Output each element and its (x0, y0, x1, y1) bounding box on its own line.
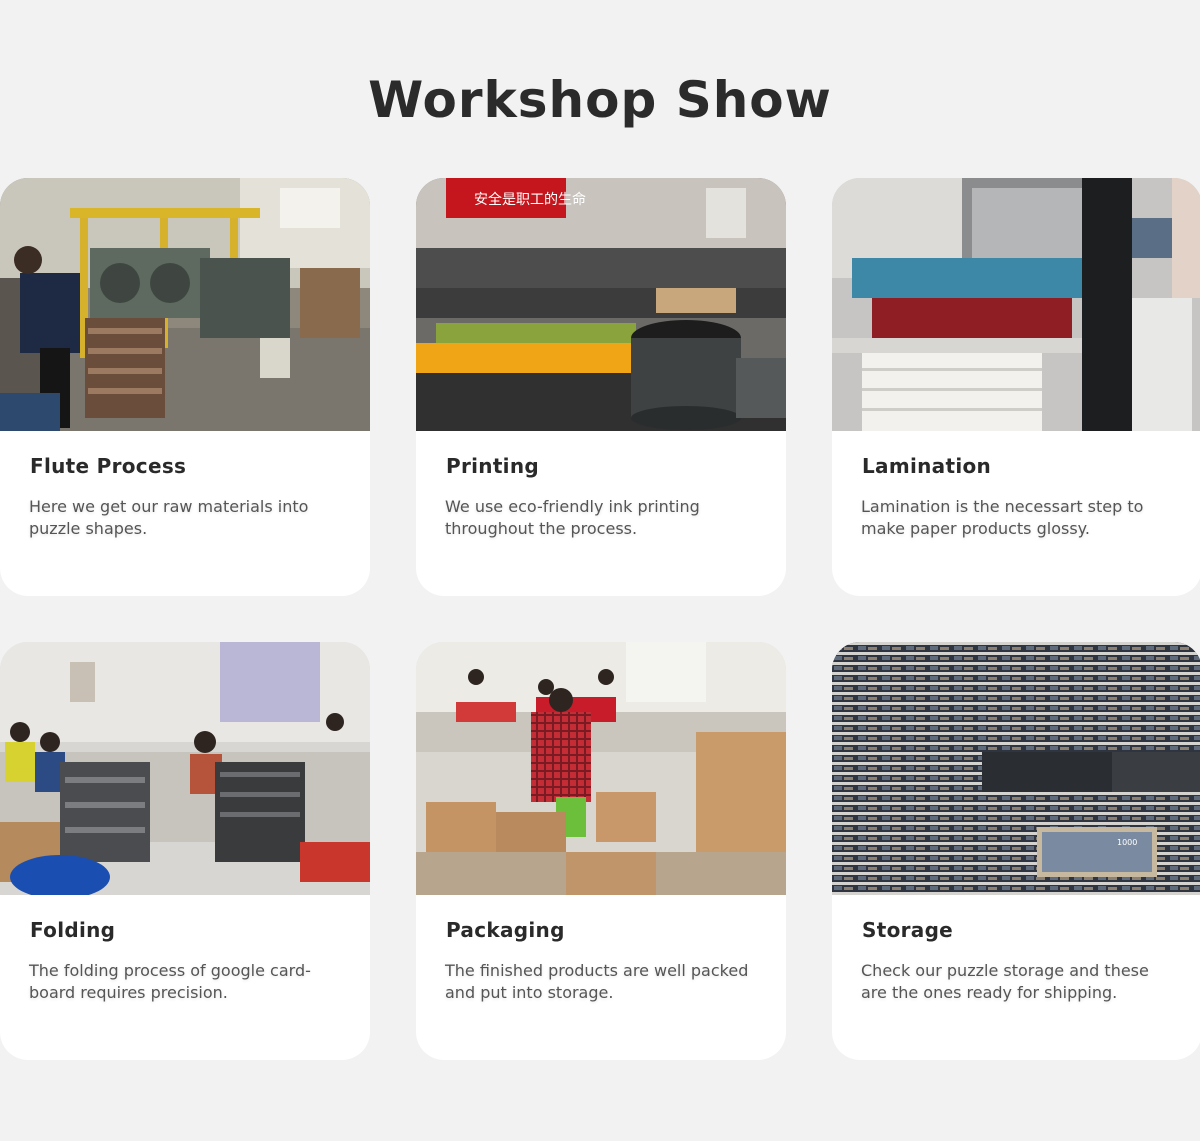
card-description: We use eco-friendly ink printing through… (445, 497, 700, 538)
workshop-card-flute-process: Flute Process Here we get our raw materi… (0, 178, 370, 596)
card-title: Printing (446, 454, 539, 478)
card-title: Flute Process (30, 454, 187, 478)
printing-press-photo: 安全是职工的生命 (416, 178, 786, 431)
card-description: The folding process of google card-board… (29, 961, 311, 1002)
workshop-card-folding: Folding The folding process of google ca… (0, 642, 370, 1060)
corrugated-flute-machine-photo (0, 178, 370, 431)
page-title: Workshop Show (368, 71, 832, 129)
card-title: Folding (30, 918, 116, 942)
workshop-card-lamination: Lamination Lamination is the necessart s… (832, 178, 1200, 596)
card-description: The finished products are well packed an… (445, 961, 749, 1002)
safety-banner-text: 安全是职工的生命 (474, 191, 586, 208)
card-description: Lamination is the necessart step to make… (861, 497, 1144, 538)
card-title: Packaging (446, 918, 565, 942)
card-description: Check our puzzle storage and these are t… (861, 961, 1149, 1002)
card-description: Here we get our raw materials into puzzl… (29, 497, 309, 538)
packaging-workers-photo (416, 642, 786, 895)
workshop-card-storage: 1000 Storage Check our puzzle storage an… (832, 642, 1200, 1060)
folding-workers-photo (0, 642, 370, 895)
card-title: Lamination (862, 454, 992, 478)
puzzle-storage-photo: 1000 (832, 642, 1200, 895)
workshop-card-printing: 安全是职工的生命 Printing We use eco-friendly in… (416, 178, 786, 596)
lamination-machine-photo (832, 178, 1200, 431)
workshop-card-packaging: Packaging The finished products are well… (416, 642, 786, 1060)
puzzle-box-label: 1000 (1117, 838, 1137, 847)
card-title: Storage (862, 918, 954, 942)
